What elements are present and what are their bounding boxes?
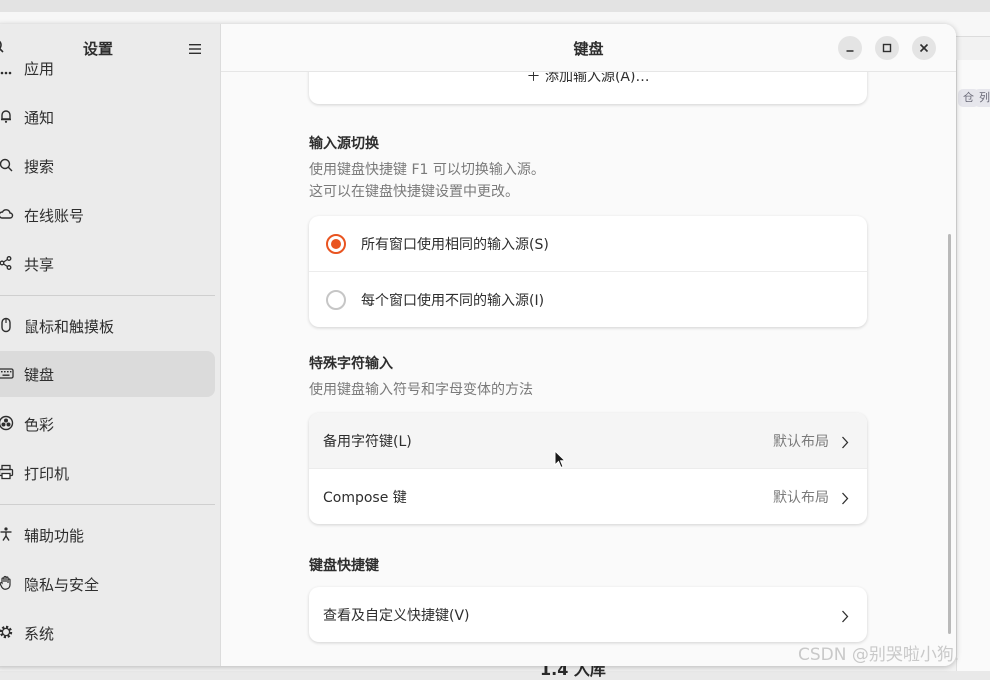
row-value: 默认布局 <box>773 490 829 506</box>
input-switch-description: 使用键盘快捷键 F1 可以切换输入源。 这可以在键盘快捷键设置中更改。 <box>309 159 545 203</box>
sidebar-item-keyboard[interactable]: 键盘 <box>0 351 215 397</box>
chevron-right-icon <box>841 490 849 505</box>
sidebar-item-sharing[interactable]: 共享 <box>0 241 215 287</box>
sidebar-item-notifications[interactable]: 通知 <box>0 94 215 140</box>
mouse-icon <box>0 317 14 333</box>
sidebar-item-label: 应用 <box>24 60 55 78</box>
sidebar-item-color[interactable]: 色彩 <box>0 401 215 447</box>
sidebar-item-printers[interactable]: 打印机 <box>0 450 215 496</box>
scrollbar[interactable] <box>948 234 951 634</box>
row-label: 备用字符键(L) <box>323 434 412 450</box>
radio-selected[interactable] <box>326 234 346 254</box>
special-chars-card: 备用字符键(L) 默认布局 Compose 键 默认布局 <box>309 413 867 524</box>
sidebar-item-accessibility[interactable]: 辅助功能 <box>0 512 215 558</box>
background-chip: 列 <box>974 89 990 107</box>
hand-icon <box>0 575 14 591</box>
sidebar-item-privacy[interactable]: 隐私与安全 <box>0 561 215 607</box>
sidebar-item-online-accounts[interactable]: 在线账号 <box>0 192 215 238</box>
radio-label: 每个窗口使用不同的输入源(I) <box>361 293 545 309</box>
input-switch-desc-line: 使用键盘快捷键 F1 可以切换输入源。 <box>309 162 545 178</box>
gear-icon <box>0 624 14 640</box>
shortcuts-card: 查看及自定义快捷键(V) <box>309 587 867 642</box>
radio-row-per-window[interactable]: 每个窗口使用不同的输入源(I) <box>309 272 867 327</box>
minimize-button[interactable] <box>838 36 862 60</box>
sidebar-item-label: 打印机 <box>24 465 70 483</box>
sidebar-divider <box>0 295 215 296</box>
special-chars-title: 特殊字符输入 <box>309 356 393 372</box>
sidebar-divider <box>0 504 215 505</box>
row-label: Compose 键 <box>323 490 407 506</box>
sidebar-item-label: 系统 <box>24 625 55 643</box>
sidebar-item-label: 辅助功能 <box>24 527 85 545</box>
sidebar-item-label: 在线账号 <box>24 207 85 225</box>
mouse-cursor-icon <box>554 449 567 470</box>
sidebar-item-search[interactable]: 搜索 <box>0 143 215 189</box>
sidebar-item-label: 通知 <box>24 109 55 127</box>
input-switch-desc-line: 这可以在键盘快捷键设置中更改。 <box>309 184 519 200</box>
row-label: 查看及自定义快捷键(V) <box>323 608 470 624</box>
accessibility-icon <box>0 526 14 542</box>
sidebar-item-label: 鼠标和触摸板 <box>24 318 115 336</box>
maximize-button[interactable] <box>875 36 899 60</box>
sidebar-item-label: 共享 <box>24 256 55 274</box>
compose-key-row[interactable]: Compose 键 默认布局 <box>309 469 867 524</box>
sidebar-item-apps[interactable]: 应用 <box>0 47 215 93</box>
special-chars-description: 使用键盘输入符号和字母变体的方法 <box>309 382 533 398</box>
input-switch-title: 输入源切换 <box>309 136 379 152</box>
chevron-right-icon <box>841 434 849 449</box>
printer-icon <box>0 464 14 480</box>
alternate-characters-key-row[interactable]: 备用字符键(L) 默认布局 <box>309 413 867 469</box>
sidebar-item-label: 色彩 <box>24 416 55 434</box>
sidebar-item-mouse[interactable]: 鼠标和触摸板 <box>0 303 215 349</box>
sidebar-item-label: 隐私与安全 <box>24 576 100 594</box>
sidebar-item-label: 键盘 <box>24 366 55 384</box>
row-value: 默认布局 <box>773 434 829 450</box>
chevron-right-icon <box>841 608 849 623</box>
radio-row-same-source[interactable]: 所有窗口使用相同的输入源(S) <box>309 216 867 272</box>
radio-unselected[interactable] <box>326 290 346 310</box>
keyboard-icon <box>0 365 14 381</box>
cloud-icon <box>0 206 14 222</box>
sidebar: 设置 应用 通知 搜索 在线账号 共享 鼠标和触摸板 键盘 色彩 打印机 辅助功… <box>0 24 221 666</box>
sidebar-item-label: 搜索 <box>24 158 55 176</box>
bell-icon <box>0 108 14 124</box>
input-switch-card: 所有窗口使用相同的输入源(S) 每个窗口使用不同的输入源(I) <box>309 216 867 327</box>
content-panel: 键盘 ＋ 添加输入源(A)… 输入源切换 使用键盘快捷键 F1 可以切换输入源。… <box>221 24 956 666</box>
watermark: CSDN @别哭啦小狗. <box>798 645 960 665</box>
search-icon <box>0 157 14 173</box>
background-panel <box>956 60 990 671</box>
settings-window: 设置 应用 通知 搜索 在线账号 共享 鼠标和触摸板 键盘 色彩 打印机 辅助功… <box>0 24 956 666</box>
radio-label: 所有窗口使用相同的输入源(S) <box>361 237 549 253</box>
view-customize-shortcuts-row[interactable]: 查看及自定义快捷键(V) <box>309 587 867 642</box>
shortcuts-title: 键盘快捷键 <box>309 558 379 574</box>
color-icon <box>0 415 14 431</box>
share-icon <box>0 255 14 271</box>
close-button[interactable] <box>912 36 936 60</box>
sidebar-item-system[interactable]: 系统 <box>0 610 215 656</box>
apps-icon <box>0 61 14 77</box>
header-bar: 键盘 <box>221 24 956 72</box>
